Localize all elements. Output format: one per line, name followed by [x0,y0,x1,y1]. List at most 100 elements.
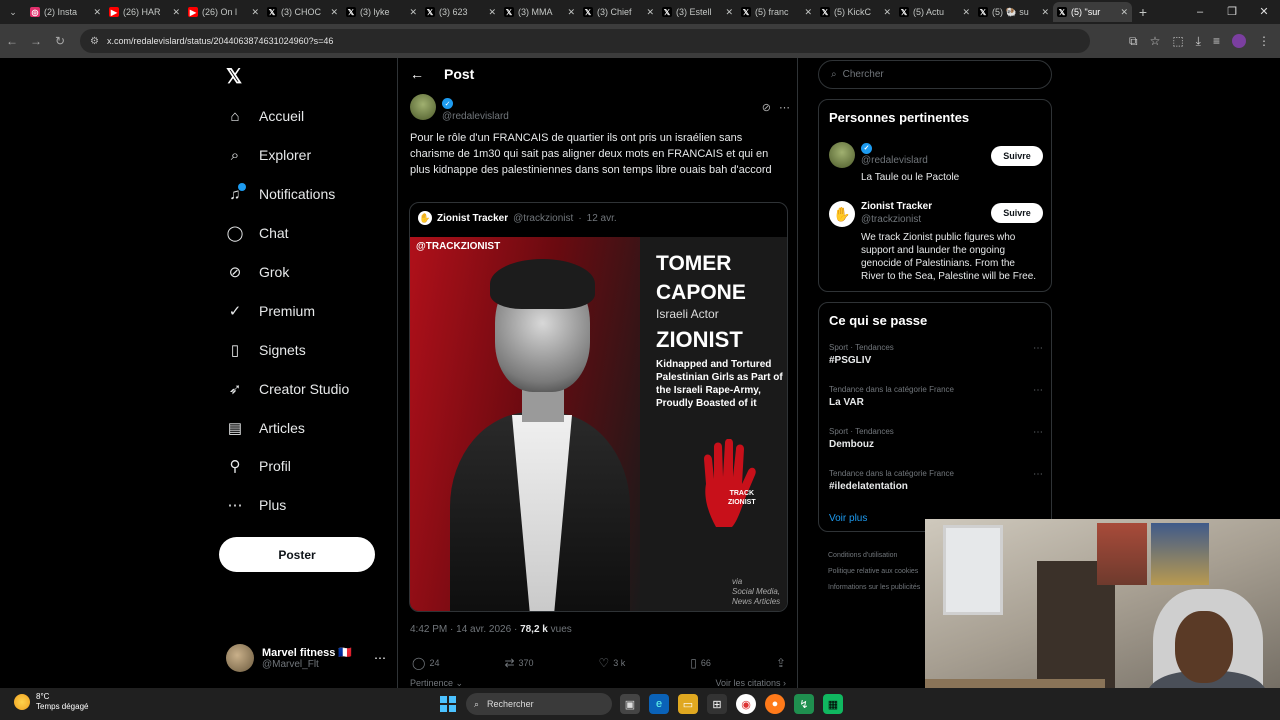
close-tab-icon[interactable]: ✕ [1041,7,1049,18]
browser-tab[interactable]: 𝕏 (3) 623 ✕ [421,2,500,22]
browser-tab[interactable]: 𝕏 (3) Chief ✕ [579,2,658,22]
nav-item-explorer[interactable]: ⌕ Explorer [226,136,349,175]
person-row[interactable]: ✋ Zionist Tracker @trackzionist We track… [829,201,1043,286]
repost-button[interactable]: ⇄ 370 [504,656,533,670]
footer-link[interactable]: Politique relative aux cookies [828,564,938,580]
bookmark-star-icon[interactable]: ☆ [1150,34,1161,48]
site-info-icon[interactable]: ⚙ [90,36,99,47]
close-tab-icon[interactable]: ✕ [962,7,970,18]
tab-search-icon[interactable]: ⌄ [0,0,26,24]
restore-icon[interactable]: ❐ [1216,0,1248,24]
reply-button[interactable]: ◯ 24 [412,656,439,670]
like-button[interactable]: ♡ 3 k [599,656,626,670]
reload-icon[interactable]: ↻ [48,34,72,48]
follow-button[interactable]: Suivre [991,146,1043,166]
weather-widget[interactable]: 8°C Temps dégagé [14,692,88,712]
close-tab-icon[interactable]: ✕ [646,7,654,18]
footer-link[interactable]: Informations sur les publicités [828,580,938,596]
nav-item-profil[interactable]: ⚲ Profil [226,447,349,486]
close-tab-icon[interactable]: ✕ [251,7,259,18]
file-explorer-icon[interactable]: ▭ [678,694,698,714]
media-icon[interactable]: ≡ [1213,34,1220,48]
taskbar-search[interactable]: ⌕ Rechercher [466,693,612,715]
quote-image[interactable]: @TRACKZIONIST TOMER CAPONE Israeli Actor… [410,237,787,611]
close-tab-icon[interactable]: ✕ [804,7,812,18]
quoted-post[interactable]: ✋ Zionist Tracker @trackzionist · 12 avr… [409,202,788,612]
install-app-icon[interactable]: ⧉ [1129,34,1138,49]
back-arrow-icon[interactable]: ← [410,66,424,82]
close-tab-icon[interactable]: ✕ [567,7,575,18]
search-input[interactable]: ⌕ Chercher [818,60,1052,89]
nav-item-creator-studio[interactable]: ➶ Creator Studio [226,369,350,408]
browser-tab[interactable]: 𝕏 (3) CHOC ✕ [263,2,342,22]
browser-tab[interactable]: ▶ (26) On l ✕ [184,2,263,22]
browser-tab[interactable]: 𝕏 (3) lyke ✕ [342,2,421,22]
trend-more-icon[interactable]: ⋯ [1033,469,1043,480]
footer-link[interactable]: Conditions d'utilisation [828,548,938,564]
extensions-icon[interactable]: ⬚ [1172,34,1183,48]
trend-more-icon[interactable]: ⋯ [1033,343,1043,354]
task-view-icon[interactable]: ▣ [620,694,640,714]
nav-item-premium[interactable]: ✓ Premium [226,291,349,330]
edge-icon[interactable]: e [649,694,669,714]
follow-button[interactable]: Suivre [991,203,1043,223]
store-icon[interactable]: ⊞ [707,694,727,714]
forward-icon[interactable]: → [24,34,48,48]
trend-item[interactable]: Sport · Tendances #PSGLIV ⋯ [829,343,1043,366]
trend-more-icon[interactable]: ⋯ [1033,385,1043,396]
url-bar[interactable]: ⚙ x.com/redalevislard/status/20440638746… [80,29,1090,53]
chrome-icon[interactable]: ◉ [736,694,756,714]
browser-tab[interactable]: 𝕏 (5) 🐏 su ✕ [974,2,1053,22]
browser-menu-icon[interactable]: ⋮ [1258,34,1270,48]
share-button[interactable]: ⇪ [776,656,786,670]
close-tab-icon[interactable]: ✕ [488,7,496,18]
close-tab-icon[interactable]: ✕ [409,7,417,18]
firefox-icon[interactable]: ● [765,694,785,714]
close-tab-icon[interactable]: ✕ [93,7,101,18]
nav-item-plus[interactable]: ⋯ Plus [226,486,349,525]
post-more-icon[interactable]: ⋯ [779,101,790,114]
browser-tab[interactable]: ▶ (26) HAR ✕ [105,2,184,22]
account-switcher[interactable]: Marvel fitness 🇫🇷 @Marvel_Flt ⋯ [226,643,386,673]
author-avatar[interactable] [410,94,436,120]
minimize-icon[interactable]: – [1184,0,1216,24]
close-tab-icon[interactable]: ✕ [330,7,338,18]
nav-item-accueil[interactable]: ⌂ Accueil [226,97,349,136]
download-icon[interactable]: ⤓ [1196,34,1201,49]
browser-tab[interactable]: 𝕏 (5) Actu ✕ [895,2,974,22]
browser-profile-avatar[interactable] [1232,34,1246,48]
browser-tab[interactable]: 𝕏 (5) "sur ✕ [1053,2,1132,22]
post-button[interactable]: Poster [219,537,375,572]
new-tab-button[interactable]: + [1132,4,1154,20]
nav-item-signets[interactable]: ▯ Signets [226,330,349,369]
browser-tab[interactable]: 𝕏 (5) franc ✕ [737,2,816,22]
trend-item[interactable]: Tendance dans la catégorie France #iledel… [829,469,1043,492]
obs-icon[interactable]: ▦ [823,694,843,714]
close-tab-icon[interactable]: ✕ [883,7,891,18]
app-icon[interactable]: ↯ [794,694,814,714]
back-icon[interactable]: ← [0,34,24,48]
trend-more-icon[interactable]: ⋯ [1033,427,1043,438]
nav-item-grok[interactable]: ⊘ Grok [226,253,349,292]
author-handle[interactable]: @redalevislard [442,111,509,122]
close-window-icon[interactable]: ✕ [1248,0,1280,24]
trend-item[interactable]: Sport · Tendances Dembouz ⋯ [829,427,1043,450]
browser-tab[interactable]: 𝕏 (5) KickC ✕ [816,2,895,22]
bookmark-button[interactable]: ▯ 66 [690,656,711,670]
show-more-link[interactable]: Voir plus [829,513,867,524]
windows-start-icon[interactable] [440,696,456,712]
nav-item-chat[interactable]: ◯ Chat [226,214,349,253]
person-row[interactable]: ✓ @redalevislard La Taule ou le Pactole … [829,142,1043,183]
close-tab-icon[interactable]: ✕ [725,7,733,18]
browser-tab[interactable]: 𝕏 (3) Estell ✕ [658,2,737,22]
close-tab-icon[interactable]: ✕ [172,7,180,18]
nav-item-articles[interactable]: ▤ Articles [226,408,349,447]
more-icon[interactable]: ⋯ [374,651,386,665]
browser-tab[interactable]: ◎ (2) Insta ✕ [26,2,105,22]
nav-item-notifications[interactable]: ♫ Notifications [226,175,349,214]
x-logo[interactable]: 𝕏 [226,64,242,89]
grok-explain-icon[interactable]: ⊘ [762,101,771,114]
close-tab-icon[interactable]: ✕ [1120,7,1128,18]
browser-tab[interactable]: 𝕏 (3) MMA ✕ [500,2,579,22]
trend-item[interactable]: Tendance dans la catégorie France La VAR ⋯ [829,385,1043,408]
